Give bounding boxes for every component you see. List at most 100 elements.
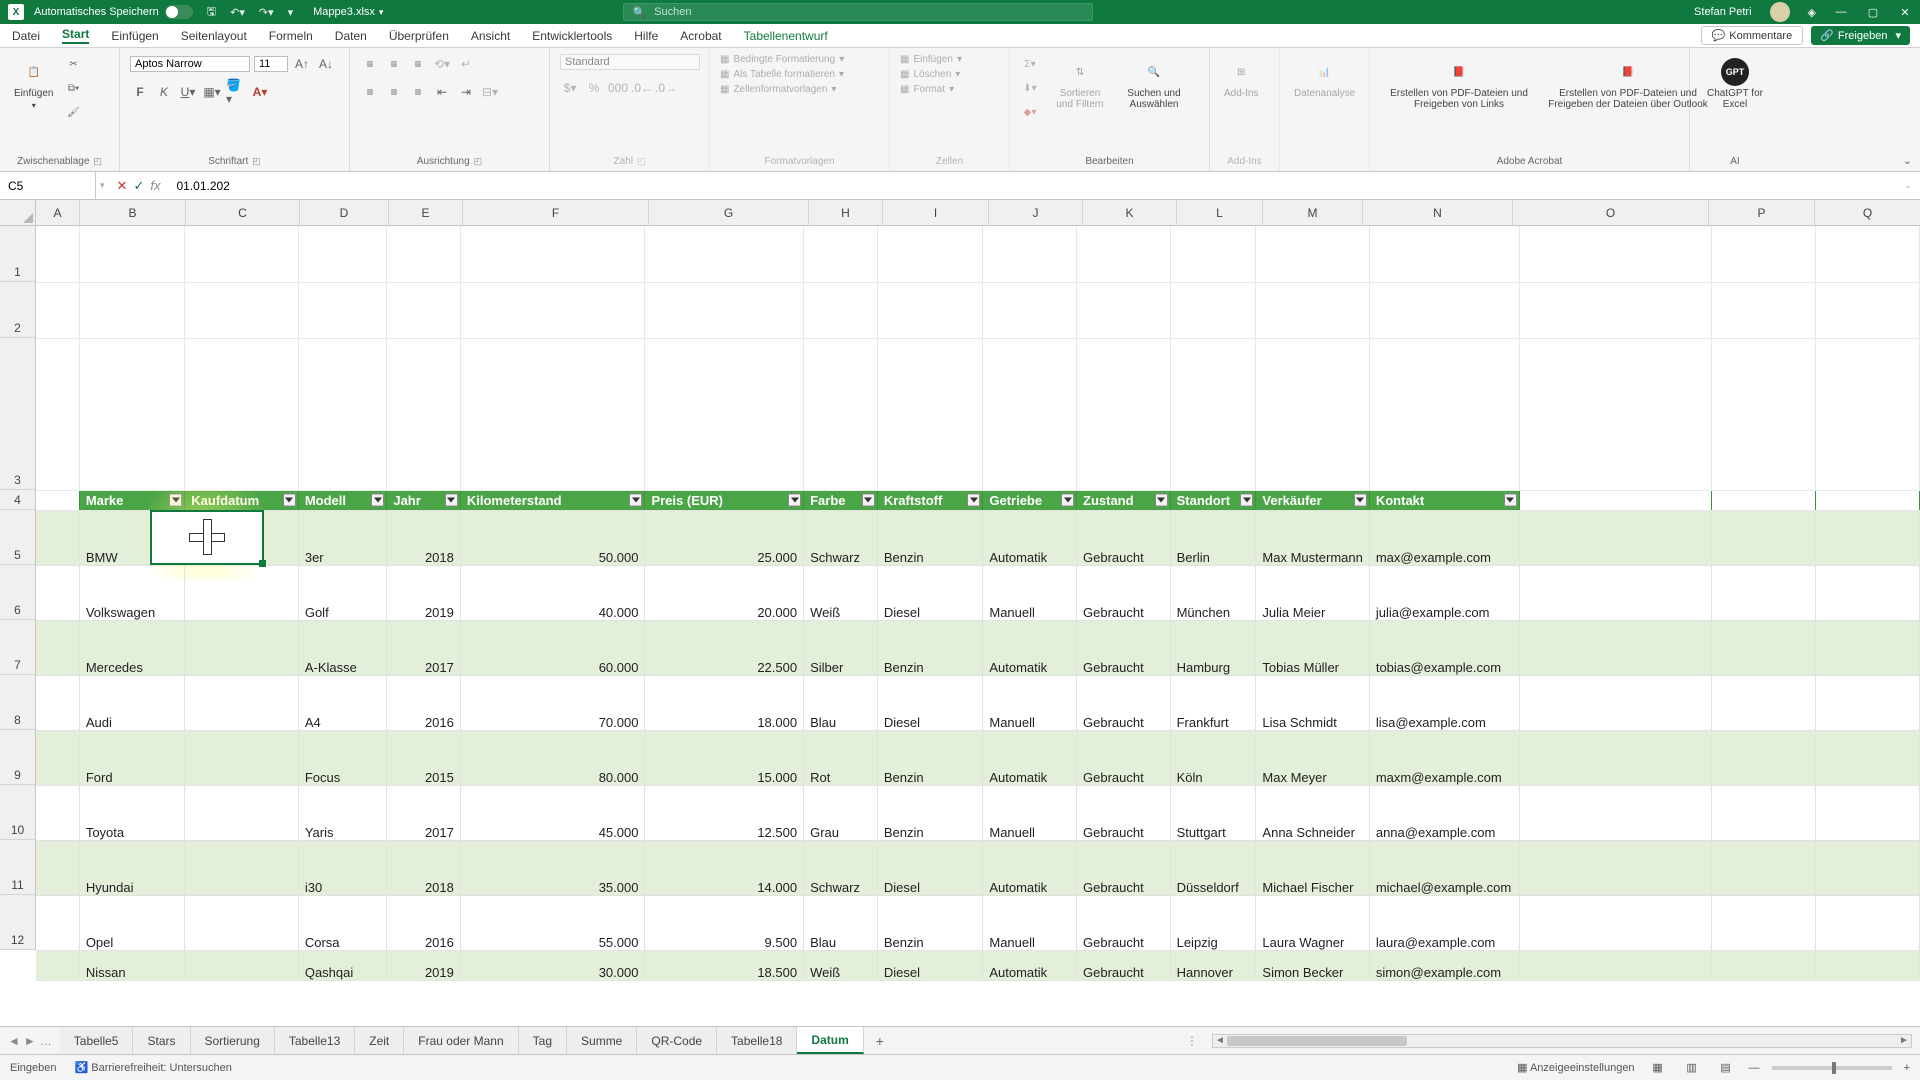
sheet-tab-tabelle5[interactable]: Tabelle5 — [60, 1027, 134, 1054]
cell[interactable]: Opel — [79, 895, 184, 950]
avatar[interactable] — [1770, 2, 1790, 22]
cell[interactable]: Golf — [298, 565, 387, 620]
cell[interactable]: 12.500 — [645, 785, 804, 840]
align-middle-icon[interactable]: ≡ — [384, 54, 404, 74]
cell[interactable]: 2017 — [387, 620, 461, 675]
cell[interactable]: Blau — [804, 675, 878, 730]
tab-daten[interactable]: Daten — [335, 29, 367, 43]
tab-formeln[interactable]: Formeln — [269, 29, 313, 43]
filter-dropdown-icon[interactable] — [788, 494, 801, 507]
cell[interactable]: 55.000 — [460, 895, 645, 950]
cell[interactable]: Berlin — [1170, 510, 1256, 565]
cell[interactable]: 2019 — [387, 950, 461, 980]
cell[interactable]: Automatik — [983, 950, 1077, 980]
horizontal-scrollbar[interactable]: ◄ ► — [1212, 1034, 1912, 1048]
filter-dropdown-icon[interactable] — [1155, 494, 1168, 507]
cell[interactable]: Getriebe — [983, 490, 1077, 510]
cut-icon[interactable]: ✂ — [63, 54, 83, 74]
conditional-formatting-button[interactable]: ▦Bedingte Formatierung ▾ — [720, 54, 844, 65]
cell[interactable] — [1170, 338, 1256, 490]
insert-cells-button[interactable]: ▦Einfügen ▾ — [900, 54, 962, 65]
increase-font-icon[interactable]: A↑ — [292, 54, 312, 74]
tab-hilfe[interactable]: Hilfe — [634, 29, 658, 43]
cell[interactable] — [36, 282, 79, 338]
filter-dropdown-icon[interactable] — [283, 494, 296, 507]
tab-start[interactable]: Start — [62, 27, 89, 44]
cell[interactable] — [1256, 226, 1369, 282]
cell[interactable]: Gebraucht — [1077, 730, 1171, 785]
sheet-tab-tag[interactable]: Tag — [519, 1027, 567, 1054]
row-headers[interactable]: 123456789101112 — [0, 226, 36, 950]
next-sheet-icon[interactable]: ► — [24, 1034, 36, 1048]
number-format-select[interactable] — [560, 54, 700, 70]
delete-cells-button[interactable]: ▦Löschen ▾ — [900, 69, 962, 80]
sheets-menu-icon[interactable]: … — [40, 1034, 52, 1048]
minimize-button[interactable]: — — [1834, 6, 1848, 18]
cell[interactable] — [1519, 338, 1711, 490]
cell[interactable] — [1519, 785, 1711, 840]
fill-icon[interactable]: ⬇▾ — [1020, 78, 1040, 98]
currency-icon[interactable]: $▾ — [560, 78, 580, 98]
filter-dropdown-icon[interactable] — [371, 494, 384, 507]
tab-acrobat[interactable]: Acrobat — [680, 29, 721, 43]
cell[interactable]: A-Klasse — [298, 620, 387, 675]
bold-icon[interactable]: F — [130, 82, 150, 102]
normal-view-icon[interactable]: ▦ — [1647, 1059, 1669, 1077]
cell[interactable] — [804, 282, 878, 338]
col-header-L[interactable]: L — [1177, 200, 1263, 226]
col-header-P[interactable]: P — [1709, 200, 1815, 226]
cell[interactable]: 60.000 — [460, 620, 645, 675]
cell[interactable]: Stuttgart — [1170, 785, 1256, 840]
cell[interactable] — [1256, 282, 1369, 338]
cell[interactable]: michael@example.com — [1369, 840, 1519, 895]
cell[interactable] — [1711, 895, 1815, 950]
row-header-8[interactable]: 8 — [0, 675, 36, 730]
cell[interactable] — [185, 338, 299, 490]
row-header-4[interactable]: 4 — [0, 490, 36, 510]
cell[interactable]: Corsa — [298, 895, 387, 950]
sort-filter-button[interactable]: ⇅ Sortieren und Filtern — [1046, 54, 1114, 114]
font-size-select[interactable] — [254, 56, 288, 72]
cell[interactable] — [1519, 226, 1711, 282]
align-top-icon[interactable]: ≡ — [360, 54, 380, 74]
document-name[interactable]: Mappe3.xlsx ▾ — [313, 6, 383, 18]
cell[interactable]: Marke — [79, 490, 184, 510]
addins-button[interactable]: ⊞ Add-Ins — [1220, 54, 1262, 103]
increase-decimal-icon[interactable]: .0← — [632, 78, 652, 98]
col-header-E[interactable]: E — [389, 200, 463, 226]
cell[interactable] — [1519, 950, 1711, 980]
cell[interactable] — [185, 565, 299, 620]
autosave-toggle[interactable]: Automatisches Speichern — [34, 5, 193, 19]
cell[interactable] — [1519, 895, 1711, 950]
cell[interactable] — [1711, 950, 1815, 980]
scrollbar-thumb[interactable] — [1227, 1036, 1407, 1046]
col-header-Q[interactable]: Q — [1815, 200, 1920, 226]
cell[interactable] — [1815, 565, 1919, 620]
cell[interactable]: Modell — [298, 490, 387, 510]
tab-seitenlayout[interactable]: Seitenlayout — [181, 29, 247, 43]
decrease-font-icon[interactable]: A↓ — [316, 54, 336, 74]
wrap-text-icon[interactable]: ↵ — [456, 54, 476, 74]
col-header-A[interactable]: A — [36, 200, 80, 226]
autosum-icon[interactable]: Σ▾ — [1020, 54, 1040, 74]
sheet-tab-tabelle18[interactable]: Tabelle18 — [717, 1027, 797, 1054]
filter-dropdown-icon[interactable] — [1240, 494, 1253, 507]
cell[interactable] — [185, 895, 299, 950]
cell[interactable]: Max Meyer — [1256, 730, 1369, 785]
cell[interactable]: Automatik — [983, 510, 1077, 565]
percent-icon[interactable]: % — [584, 78, 604, 98]
cell[interactable]: Automatik — [983, 730, 1077, 785]
cell[interactable]: Jahr — [387, 490, 461, 510]
page-layout-view-icon[interactable]: ▥ — [1681, 1059, 1703, 1077]
cell[interactable]: Blau — [804, 895, 878, 950]
undo-icon[interactable]: ↶▾ — [230, 6, 245, 19]
cell[interactable] — [1519, 840, 1711, 895]
cell[interactable] — [36, 226, 79, 282]
col-header-G[interactable]: G — [649, 200, 809, 226]
cell[interactable] — [1077, 282, 1171, 338]
cell[interactable] — [36, 490, 79, 510]
cell[interactable]: München — [1170, 565, 1256, 620]
font-name-select[interactable] — [130, 56, 250, 72]
column-headers[interactable]: ABCDEFGHIJKLMNOPQ — [36, 200, 1920, 226]
maximize-button[interactable]: ▢ — [1866, 6, 1880, 19]
